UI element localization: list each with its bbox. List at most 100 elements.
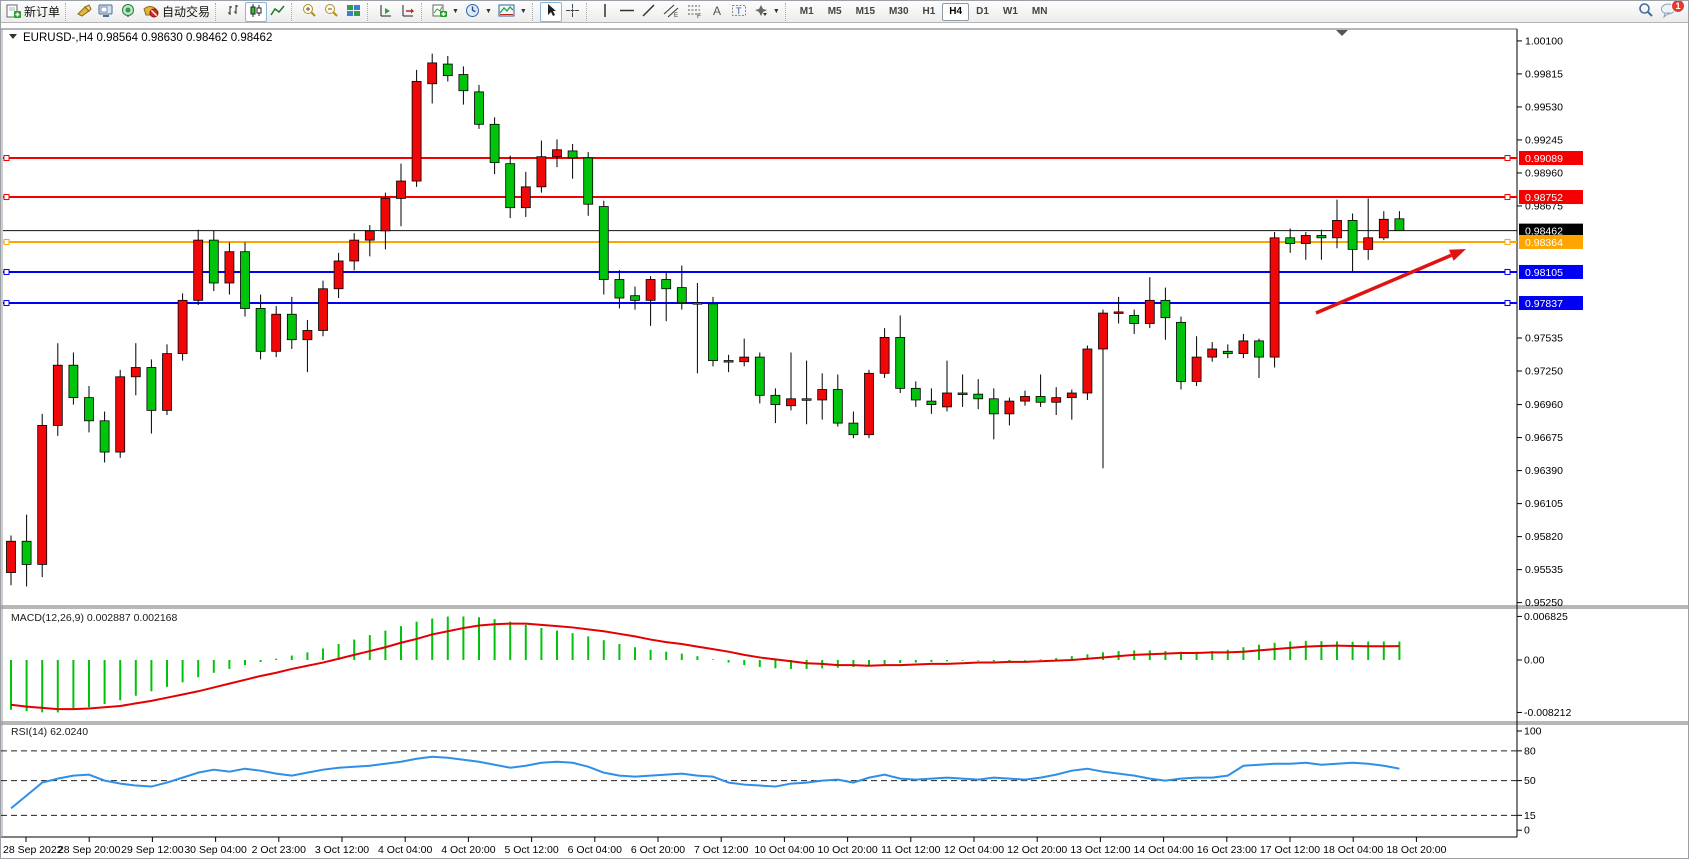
chart-symbol-header: EURUSD-,H4 0.98564 0.98630 0.98462 0.984… [9,32,272,44]
vertical-line-button[interactable] [594,2,616,22]
svg-text:0.96390: 0.96390 [1525,465,1563,477]
svg-text:0.96675: 0.96675 [1525,432,1563,444]
svg-text:12 Oct 04:00: 12 Oct 04:00 [944,844,1004,856]
templates-button[interactable]: ▼ [429,2,462,22]
svg-text:0.96105: 0.96105 [1525,498,1563,510]
timeframe-m30-button[interactable]: M30 [882,3,915,21]
svg-text:0.99815: 0.99815 [1525,68,1563,80]
svg-text:0.00: 0.00 [1524,655,1545,667]
mail-badge-count: 1 [1671,0,1685,13]
zoom-out-icon [324,3,340,21]
timeframe-m1-button[interactable]: M1 [793,3,821,21]
svg-text:0.98105: 0.98105 [1525,267,1563,279]
rsi-label: RSI(14) 62.0240 [11,726,88,738]
cursor-button[interactable] [540,2,562,22]
mt4-terminal-window: 新订单 自动交易 [0,0,1689,859]
svg-text:18 Oct 20:00: 18 Oct 20:00 [1386,844,1446,856]
timeframe-h1-button[interactable]: H1 [916,3,943,21]
line-chart-mode-button[interactable] [267,2,289,22]
chart-shift-button[interactable] [397,2,419,22]
bar-chart-mode-button[interactable] [223,2,245,22]
timeframe-mn-button[interactable]: MN [1025,3,1055,21]
horizontal-line-button[interactable] [616,2,638,22]
vertical-line-icon [599,3,611,21]
toolbar-separator [532,3,538,21]
main-toolbar: 新订单 自动交易 [1,1,1688,23]
toolbar-separator [586,3,592,21]
autotrading-label: 自动交易 [162,3,210,20]
metaeditor-button[interactable] [73,2,95,22]
svg-text:1.00100: 1.00100 [1525,35,1563,47]
text-label-icon: T [731,3,747,21]
svg-text:4 Oct 04:00: 4 Oct 04:00 [378,844,432,856]
zoom-in-icon [302,3,318,21]
text-label-button[interactable]: T [728,2,750,22]
indicators-button[interactable]: ▼ [495,2,530,22]
period-button[interactable]: ▼ [462,2,495,22]
channel-button[interactable]: E [660,2,683,22]
svg-text:14 Oct 04:00: 14 Oct 04:00 [1134,844,1194,856]
crosshair-icon [565,3,580,21]
svg-text:12 Oct 20:00: 12 Oct 20:00 [1007,844,1067,856]
timeframe-w1-button[interactable]: W1 [996,3,1025,21]
svg-text:29 Sep 12:00: 29 Sep 12:00 [121,844,184,856]
dropdown-caret-icon: ▼ [520,8,527,15]
fibonacci-button[interactable]: F [683,2,706,22]
new-order-icon [6,3,21,21]
svg-text:0.96960: 0.96960 [1525,399,1563,411]
svg-text:0.99245: 0.99245 [1525,134,1563,146]
new-order-button[interactable]: 新订单 [3,2,63,22]
svg-text:17 Oct 12:00: 17 Oct 12:00 [1260,844,1320,856]
trendline-button[interactable] [638,2,660,22]
tile-windows-button[interactable] [343,2,365,22]
svg-text:4 Oct 20:00: 4 Oct 20:00 [441,844,495,856]
terminal-button[interactable] [95,2,117,22]
search-icon [1638,2,1654,21]
svg-text:7 Oct 12:00: 7 Oct 12:00 [694,844,748,856]
mailbox-button[interactable]: 1 [1657,2,1680,22]
bar-chart-icon [226,3,242,21]
svg-text:0: 0 [1524,825,1530,837]
cursor-arrow-icon [544,3,558,21]
svg-text:0.98960: 0.98960 [1525,167,1563,179]
crosshair-button[interactable] [562,2,584,22]
svg-text:-0.008212: -0.008212 [1524,707,1571,719]
timeframe-h4-button[interactable]: H4 [942,3,969,21]
timeframe-m15-button[interactable]: M15 [849,3,882,21]
search-button[interactable] [1635,2,1657,22]
text-icon: A [710,3,724,21]
svg-text:0.006825: 0.006825 [1524,611,1568,623]
candlestick-mode-button[interactable] [245,2,267,22]
auto-scroll-button[interactable] [375,2,397,22]
svg-text:E: E [674,13,678,18]
svg-text:F: F [697,13,701,18]
svg-text:28 Sep 20:00: 28 Sep 20:00 [58,844,121,856]
svg-text:5 Oct 12:00: 5 Oct 12:00 [504,844,558,856]
timeframe-m5-button[interactable]: M5 [821,3,849,21]
toolbar-separator [215,3,221,21]
timeframe-d1-button[interactable]: D1 [969,3,996,21]
autotrading-button[interactable]: 自动交易 [139,2,213,22]
svg-text:6 Oct 04:00: 6 Oct 04:00 [568,844,622,856]
new-order-label: 新订单 [24,3,60,20]
svg-text:10 Oct 04:00: 10 Oct 04:00 [754,844,814,856]
svg-text:6 Oct 20:00: 6 Oct 20:00 [631,844,685,856]
svg-text:T: T [736,6,742,16]
strategy-tester-button[interactable] [117,2,139,22]
auto-scroll-icon [378,3,394,21]
chart-canvas[interactable]: 1.001000.998150.995300.992450.989600.986… [1,23,1689,859]
clock-icon [465,3,481,21]
text-button[interactable]: A [706,2,728,22]
svg-text:2 Oct 23:00: 2 Oct 23:00 [252,844,306,856]
terminal-icon [98,3,114,21]
macd-label: MACD(12,26,9) 0.002887 0.002168 [11,612,178,624]
symbol-ohlc-readout: EURUSD-,H4 0.98564 0.98630 0.98462 0.984… [23,32,272,44]
arrows-button[interactable]: ▼ [750,2,783,22]
svg-text:11 Oct 12:00: 11 Oct 12:00 [881,844,941,856]
svg-text:13 Oct 12:00: 13 Oct 12:00 [1070,844,1130,856]
svg-text:0.99530: 0.99530 [1525,101,1563,113]
zoom-in-button[interactable] [299,2,321,22]
autotrading-icon [142,3,159,21]
zoom-out-button[interactable] [321,2,343,22]
svg-text:0.99089: 0.99089 [1525,153,1563,165]
